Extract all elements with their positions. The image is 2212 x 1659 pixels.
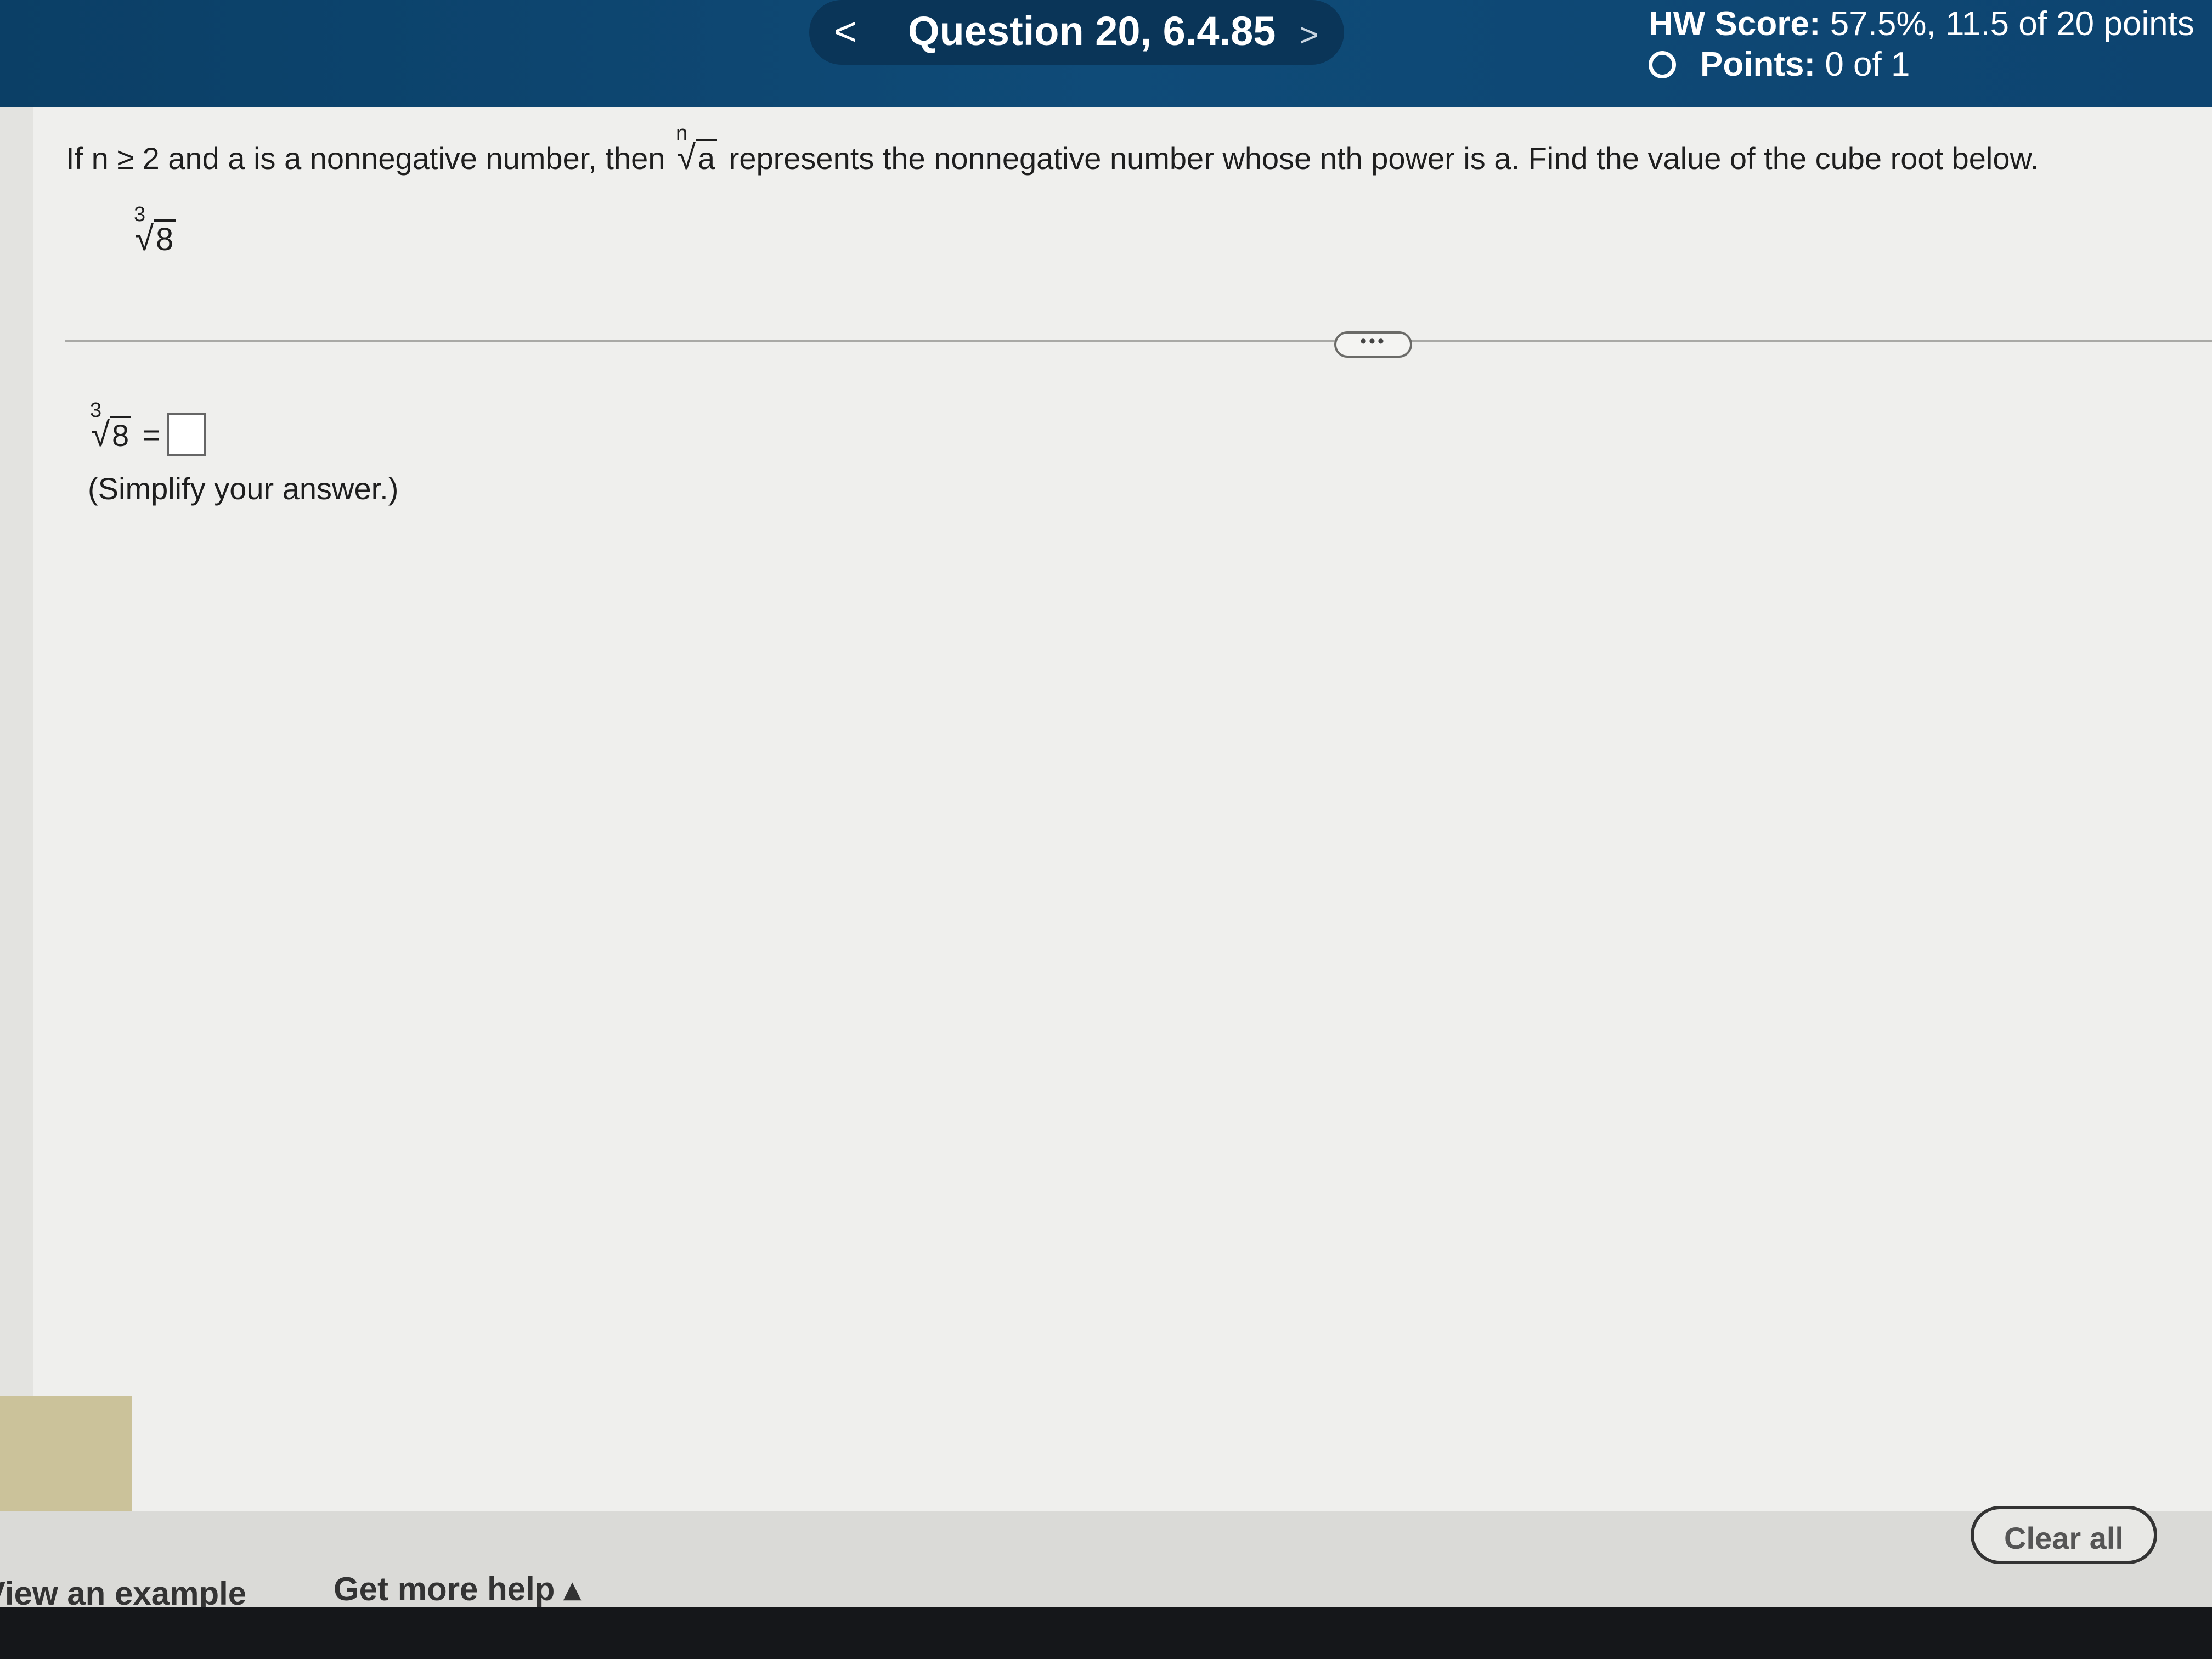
answer-input[interactable] bbox=[166, 413, 206, 456]
cube-root: 3 √8 bbox=[90, 399, 132, 454]
clear-all-button[interactable]: Clear all bbox=[1971, 1506, 2157, 1564]
radical-index: n bbox=[675, 122, 688, 145]
cube-root: 3 √8 bbox=[134, 203, 176, 258]
prompt-text-2: represents the nonnegative number whose … bbox=[729, 141, 2039, 176]
question-panel bbox=[33, 107, 2212, 1511]
question-prompt: If n ≥ 2 and a is a nonnegative number, … bbox=[66, 122, 2039, 177]
cube-root-expression: 3 √8 bbox=[132, 203, 179, 258]
sidebar-fragment bbox=[0, 1396, 132, 1528]
hw-score-label: HW Score: bbox=[1649, 5, 1821, 43]
nth-root-expression: n √a bbox=[676, 122, 718, 177]
next-question-button[interactable]: > bbox=[1284, 10, 1334, 60]
question-title: Question 20, 6.4.85 bbox=[908, 8, 1276, 54]
previous-question-button[interactable]: < bbox=[820, 7, 871, 57]
expand-more-button[interactable]: ••• bbox=[1334, 331, 1412, 358]
page: < Question 20, 6.4.85 > HW Score: 57.5%,… bbox=[0, 0, 2212, 1659]
answer-row: 3 √8 = bbox=[88, 399, 206, 456]
radical-index: 3 bbox=[90, 398, 102, 422]
radicand: a bbox=[695, 139, 718, 176]
chevron-right-icon: > bbox=[1299, 16, 1319, 53]
footer bbox=[0, 1511, 2212, 1610]
radicand: 8 bbox=[110, 415, 132, 453]
points-label: Points: bbox=[1700, 46, 1816, 83]
view-example-link[interactable]: View an example bbox=[0, 1575, 246, 1612]
bottom-bezel bbox=[0, 1607, 2212, 1659]
chevron-left-icon: < bbox=[833, 10, 857, 54]
radical-index: 3 bbox=[134, 203, 146, 226]
hw-score-value: 57.5%, 11.5 of 20 points bbox=[1830, 5, 2194, 43]
circle-outline-icon bbox=[1649, 50, 1676, 78]
hw-score: HW Score: 57.5%, 11.5 of 20 points bbox=[1649, 4, 2194, 43]
answer-hint: (Simplify your answer.) bbox=[88, 471, 399, 506]
left-edge bbox=[0, 107, 33, 1533]
get-more-help-button[interactable]: Get more help ▴ bbox=[334, 1570, 580, 1609]
prompt-text-1: If n ≥ 2 and a is a nonnegative number, … bbox=[66, 141, 665, 176]
points-value: 0 of 1 bbox=[1825, 46, 1910, 83]
points: Points: 0 of 1 bbox=[1649, 45, 1910, 84]
divider bbox=[65, 340, 2212, 342]
radicand: 8 bbox=[154, 219, 176, 257]
equals-sign: = bbox=[142, 417, 160, 452]
